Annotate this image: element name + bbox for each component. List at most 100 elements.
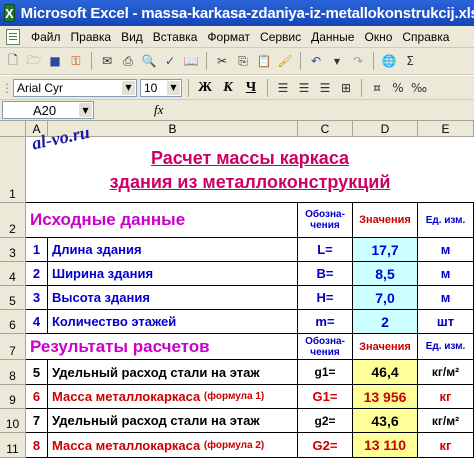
menu-edit[interactable]: Правка	[66, 30, 117, 44]
input-row-unit[interactable]: м	[418, 238, 474, 262]
result-row-unit[interactable]: кг/м²	[418, 360, 474, 385]
workbook-icon[interactable]	[6, 28, 20, 45]
input-row-symbol[interactable]: B=	[298, 262, 353, 286]
chevron-down-icon[interactable]: ▼	[167, 80, 180, 95]
designation-header[interactable]: Обозна-чения	[298, 203, 353, 238]
menu-tools[interactable]: Сервис	[255, 30, 306, 44]
align-right-icon[interactable]: ☰	[316, 79, 334, 97]
input-row-label[interactable]: Ширина здания	[48, 262, 298, 286]
input-row-label[interactable]: Длина здания	[48, 238, 298, 262]
menu-help[interactable]: Справка	[397, 30, 454, 44]
value-header[interactable]: Значения	[353, 334, 418, 360]
input-row-value[interactable]: 2	[353, 310, 418, 334]
input-row-number[interactable]: 1	[26, 238, 48, 262]
input-row-symbol[interactable]: L=	[298, 238, 353, 262]
result-row-value[interactable]: 43,6	[353, 409, 418, 433]
input-row-value[interactable]: 8,5	[353, 262, 418, 286]
input-row-number[interactable]: 4	[26, 310, 48, 334]
column-header-c[interactable]: C	[298, 121, 353, 137]
results-section-heading[interactable]: Результаты расчетов	[26, 334, 298, 360]
bold-button[interactable]: Ж	[195, 78, 215, 98]
font-size-select[interactable]: 10 ▼	[140, 78, 182, 97]
percent-icon[interactable]: %	[389, 79, 407, 97]
unit-header[interactable]: Ед. изм.	[418, 334, 474, 360]
result-row-label[interactable]: Масса металлокаркаса (формула 2)	[48, 433, 298, 458]
title-cell[interactable]: Расчет массы каркаса здания из металлоко…	[26, 137, 474, 203]
input-section-heading[interactable]: Исходные данные	[26, 203, 298, 238]
result-row-unit[interactable]: кг	[418, 385, 474, 409]
input-row-label[interactable]: Высота здания	[48, 286, 298, 310]
result-row-label[interactable]: Масса металлокаркаса (формула 1)	[48, 385, 298, 409]
menu-view[interactable]: Вид	[116, 30, 148, 44]
cut-icon[interactable]: ✂	[213, 52, 231, 70]
chevron-down-icon[interactable]: ▼	[122, 80, 135, 95]
row-header-7[interactable]: 7	[0, 334, 26, 360]
result-row-number[interactable]: 7	[26, 409, 48, 433]
result-row-number[interactable]: 6	[26, 385, 48, 409]
result-row-symbol[interactable]: g1=	[298, 360, 353, 385]
underline-button[interactable]: Ч	[241, 78, 261, 98]
hyperlink-icon[interactable]: 🌐	[380, 52, 398, 70]
row-header-1[interactable]: 1	[0, 137, 26, 203]
undo-icon[interactable]: ↶	[307, 52, 325, 70]
chevron-down-icon[interactable]: ▼	[79, 103, 92, 117]
menu-format[interactable]: Формат	[202, 30, 255, 44]
menu-data[interactable]: Данные	[306, 30, 359, 44]
input-row-symbol[interactable]: m=	[298, 310, 353, 334]
autosum-icon[interactable]: Σ	[401, 52, 419, 70]
menu-insert[interactable]: Вставка	[148, 30, 203, 44]
permissions-icon[interactable]: ⚿	[67, 52, 85, 70]
open-icon[interactable]: 🗁	[25, 52, 43, 70]
value-header[interactable]: Значения	[353, 203, 418, 238]
result-row-unit[interactable]: кг	[418, 433, 474, 458]
menu-file[interactable]: Файл	[26, 30, 66, 44]
input-row-number[interactable]: 3	[26, 286, 48, 310]
input-row-label[interactable]: Количество этажей	[48, 310, 298, 334]
font-select[interactable]: Arial Cyr ▼	[13, 78, 137, 97]
redo-icon[interactable]: ↷	[349, 52, 367, 70]
select-all-corner[interactable]	[0, 121, 26, 137]
row-header-11[interactable]: 11	[0, 433, 26, 458]
paste-icon[interactable]: 📋	[255, 52, 273, 70]
copy-icon[interactable]: ⎘	[234, 52, 252, 70]
print-icon[interactable]: ⎙	[119, 52, 137, 70]
email-icon[interactable]: ✉	[98, 52, 116, 70]
input-row-value[interactable]: 7,0	[353, 286, 418, 310]
result-row-symbol[interactable]: G2=	[298, 433, 353, 458]
result-row-label[interactable]: Удельный расход стали на этаж	[48, 409, 298, 433]
menu-window[interactable]: Окно	[359, 30, 397, 44]
result-row-number[interactable]: 8	[26, 433, 48, 458]
row-header-5[interactable]: 5	[0, 286, 26, 310]
new-doc-icon[interactable]: 🗋	[4, 52, 22, 70]
input-row-number[interactable]: 2	[26, 262, 48, 286]
align-center-icon[interactable]: ☰	[295, 79, 313, 97]
row-header-4[interactable]: 4	[0, 262, 26, 286]
input-row-unit[interactable]: м	[418, 262, 474, 286]
column-header-e[interactable]: E	[418, 121, 474, 137]
research-icon[interactable]: 📖	[182, 52, 200, 70]
row-header-6[interactable]: 6	[0, 310, 26, 334]
result-row-symbol[interactable]: g2=	[298, 409, 353, 433]
currency-icon[interactable]: ¤	[368, 79, 386, 97]
format-painter-icon[interactable]: 🖌	[276, 52, 294, 70]
print-preview-icon[interactable]: 🔍	[140, 52, 158, 70]
result-row-number[interactable]: 5	[26, 360, 48, 385]
align-left-icon[interactable]: ☰	[274, 79, 292, 97]
designation-header[interactable]: Обозна-чения	[298, 334, 353, 360]
result-row-unit[interactable]: кг/м²	[418, 409, 474, 433]
result-row-label[interactable]: Удельный расход стали на этаж	[48, 360, 298, 385]
insert-function-icon[interactable]: fx	[154, 102, 163, 118]
result-row-value[interactable]: 13 110	[353, 433, 418, 458]
merge-center-icon[interactable]: ⊞	[337, 79, 355, 97]
result-row-symbol[interactable]: G1=	[298, 385, 353, 409]
thousands-icon[interactable]: ‰	[410, 79, 428, 97]
save-icon[interactable]: ■	[46, 52, 64, 70]
row-header-2[interactable]: 2	[0, 203, 26, 238]
undo-dropdown-icon[interactable]: ▼	[328, 52, 346, 70]
spelling-icon[interactable]: ✓	[161, 52, 179, 70]
input-row-unit[interactable]: шт	[418, 310, 474, 334]
name-box[interactable]: A20 ▼	[2, 101, 94, 119]
input-row-value[interactable]: 17,7	[353, 238, 418, 262]
row-header-9[interactable]: 9	[0, 385, 26, 409]
result-row-value[interactable]: 46,4	[353, 360, 418, 385]
